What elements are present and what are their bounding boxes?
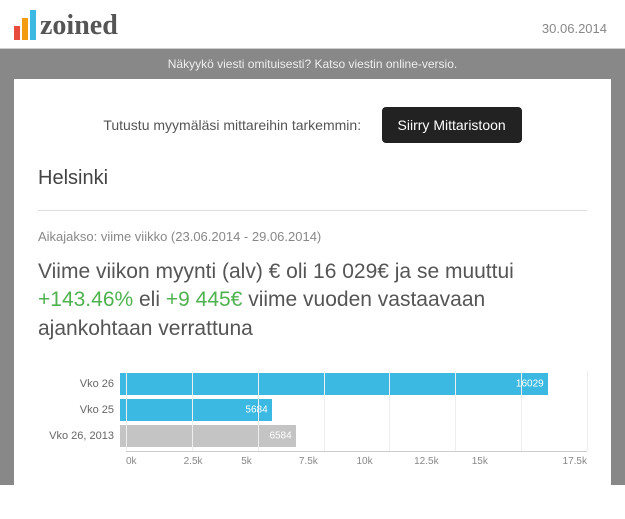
chart-bar: 16029	[120, 373, 548, 395]
divider	[38, 210, 587, 211]
notice-bar[interactable]: Näkyykö viesti omituisesti? Katso viesti…	[0, 49, 625, 79]
chart-bar-value: 6584	[269, 431, 291, 442]
chart-track: 6584	[120, 425, 587, 447]
chart-tick: 17.5k	[529, 456, 587, 467]
content-wrap: Tutustu myymäläsi mittareihin tarkemmin:…	[0, 79, 625, 485]
chart-tick: 15k	[472, 456, 530, 467]
chart-row-label: Vko 26	[44, 378, 120, 390]
summary-pct: +143.46%	[38, 288, 133, 311]
logo: zoined	[14, 10, 118, 40]
sales-bar-chart: Vko 26 16029 Vko 25 5684 Vko 26, 2013 6584 0k2…	[38, 373, 587, 467]
chart-row: Vko 25 5684	[44, 399, 587, 421]
chart-tick: 7.5k	[299, 456, 357, 467]
chart-row-label: Vko 25	[44, 404, 120, 416]
summary-text: Viime viikon myynti (alv) € oli 16 029€ …	[38, 258, 587, 343]
chart-tick: 10k	[357, 456, 415, 467]
chart-row: Vko 26 16029	[44, 373, 587, 395]
chart-track: 5684	[120, 399, 587, 421]
logo-bars-icon	[14, 10, 36, 40]
chart-tick: 5k	[241, 456, 299, 467]
chart-tick: 2.5k	[184, 456, 242, 467]
chart-row-label: Vko 26, 2013	[44, 430, 120, 442]
chart-row: Vko 26, 2013 6584	[44, 425, 587, 447]
summary-delta: +9 445€	[166, 288, 243, 311]
chart-bar: 5684	[120, 399, 272, 421]
chart-tick: 12.5k	[414, 456, 472, 467]
cta-row: Tutustu myymäläsi mittareihin tarkemmin:…	[38, 97, 587, 167]
logo-text: zoined	[40, 12, 118, 40]
header: zoined 30.06.2014	[0, 0, 625, 49]
chart-bar-value: 16029	[516, 379, 544, 390]
chart-track: 16029	[120, 373, 587, 395]
period-label: Aikajakso: viime viikko (23.06.2014 - 29…	[38, 229, 587, 244]
content: Tutustu myymäläsi mittareihin tarkemmin:…	[14, 79, 611, 485]
summary-mid: eli	[133, 288, 166, 311]
chart-bar-value: 5684	[245, 405, 267, 416]
city-title: Helsinki	[38, 167, 587, 190]
header-date: 30.06.2014	[542, 21, 607, 40]
chart-x-axis: 0k2.5k5k7.5k10k12.5k15k17.5k	[126, 451, 587, 467]
summary-part1: Viime viikon myynti (alv) € oli 16 029€ …	[38, 260, 514, 283]
cta-text: Tutustu myymäläsi mittareihin tarkemmin:	[103, 117, 361, 133]
chart-bar: 6584	[120, 425, 296, 447]
goto-dashboard-button[interactable]: Siirry Mittaristoon	[382, 107, 522, 143]
chart-tick: 0k	[126, 456, 184, 467]
